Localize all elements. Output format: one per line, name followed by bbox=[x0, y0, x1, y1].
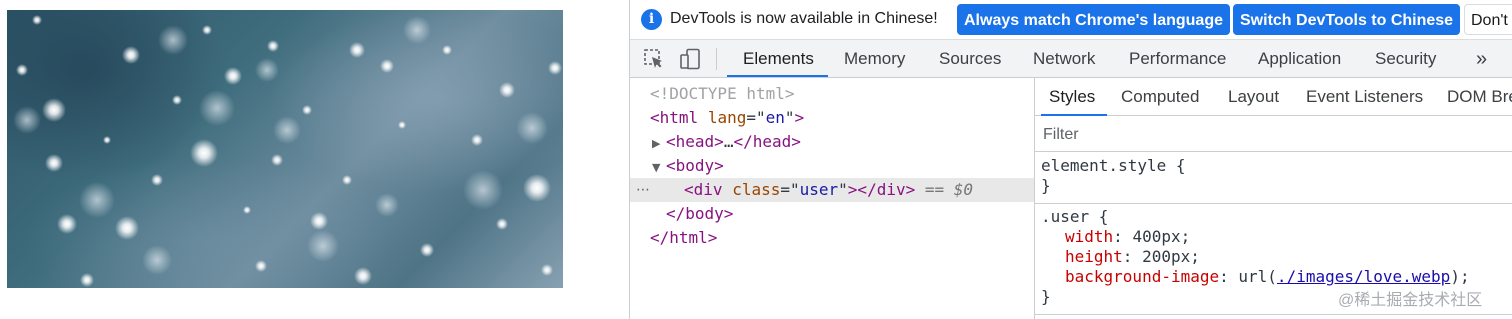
background-image-url-link[interactable]: ./images/love.webp bbox=[1277, 267, 1450, 286]
tab-layout[interactable]: Layout bbox=[1228, 78, 1279, 116]
background-image-property-name[interactable]: background-image bbox=[1065, 267, 1219, 286]
user-rule-selector[interactable]: .user { bbox=[1041, 207, 1108, 226]
dom-html-line[interactable]: <html lang="en"> bbox=[630, 106, 1054, 130]
class-attr-value: user bbox=[799, 180, 839, 199]
devtools-panel: i DevTools is now available in Chinese! … bbox=[629, 0, 1512, 319]
row-actions-dots-icon[interactable]: ⋯ bbox=[636, 178, 650, 202]
tab-event-listeners[interactable]: Event Listeners bbox=[1306, 78, 1423, 116]
sidebar-tab-bar: Styles Computed Layout Event Listeners D… bbox=[1035, 78, 1512, 116]
head-tag-name: head bbox=[675, 132, 715, 151]
infobar-message: DevTools is now available in Chinese! bbox=[670, 10, 938, 27]
dom-doctype-line[interactable]: <!DOCTYPE html> bbox=[630, 82, 1054, 106]
styles-filter-row bbox=[1035, 116, 1512, 152]
lang-attr-value: en bbox=[765, 108, 785, 127]
rule-divider bbox=[1035, 314, 1512, 315]
tab-security[interactable]: Security bbox=[1375, 40, 1436, 77]
user-div-background-image bbox=[7, 10, 563, 288]
html-close-tag-name: html bbox=[669, 228, 708, 247]
element-style-rule: element.style { } bbox=[1035, 156, 1512, 196]
dom-html-close-line[interactable]: </html> bbox=[630, 226, 1054, 250]
head-close-tag-name: head bbox=[752, 132, 792, 151]
switch-to-chinese-button[interactable]: Switch DevTools to Chinese bbox=[1233, 4, 1461, 35]
more-tabs-chevron-icon[interactable]: » bbox=[1476, 40, 1487, 77]
page-viewport bbox=[0, 0, 629, 319]
dom-body-close-line[interactable]: </body> bbox=[630, 202, 1070, 226]
html-tag-name: html bbox=[659, 108, 699, 127]
dom-body-line[interactable]: ▼ <body> bbox=[630, 154, 1056, 178]
tab-sources[interactable]: Sources bbox=[939, 40, 1001, 77]
lang-attr-name: lang bbox=[707, 108, 747, 127]
active-tab-indicator bbox=[727, 75, 828, 77]
width-property-name[interactable]: width bbox=[1065, 227, 1113, 246]
tab-elements[interactable]: Elements bbox=[743, 40, 814, 77]
body-tag-name: body bbox=[675, 156, 715, 175]
always-match-language-button[interactable]: Always match Chrome's language bbox=[957, 4, 1230, 35]
info-icon: i bbox=[641, 9, 662, 30]
div-tag-name: div bbox=[693, 180, 723, 199]
rule-divider bbox=[1035, 203, 1512, 204]
class-attr-name: class bbox=[732, 180, 781, 199]
language-infobar: i DevTools is now available in Chinese! … bbox=[630, 0, 1512, 40]
devtools-tab-bar: Elements Memory Sources Network Performa… bbox=[630, 40, 1512, 78]
dom-tree: <!DOCTYPE html> <html lang="en"> ▶ <head>… bbox=[630, 78, 1088, 319]
bokeh-particles bbox=[13, 15, 562, 287]
styles-sidebar: Styles Computed Layout Event Listeners D… bbox=[1034, 78, 1512, 319]
dom-div-user-line[interactable]: ⋯ <div class="user"></div> == $0 bbox=[630, 178, 1088, 202]
user-rule-close: } bbox=[1041, 287, 1051, 306]
tab-application[interactable]: Application bbox=[1258, 40, 1341, 77]
doctype-text: <!DOCTYPE html> bbox=[650, 84, 795, 103]
div-close-tag-name: div bbox=[876, 180, 906, 199]
selected-node-marker: == $0 bbox=[924, 180, 974, 199]
toolbar-separator bbox=[716, 48, 717, 70]
height-property-name[interactable]: height bbox=[1065, 247, 1123, 266]
tab-computed[interactable]: Computed bbox=[1121, 78, 1199, 116]
inspect-element-icon[interactable] bbox=[643, 48, 665, 70]
device-toolbar-icon[interactable] bbox=[679, 48, 701, 70]
body-close-tag-name: body bbox=[685, 204, 724, 223]
tab-memory[interactable]: Memory bbox=[844, 40, 905, 77]
watermark-text: @稀土掘金技术社区 bbox=[1338, 292, 1483, 309]
dom-head-line[interactable]: ▶ <head>…</head> bbox=[630, 130, 1056, 154]
url-function-close: ); bbox=[1450, 267, 1470, 286]
url-function-open: url( bbox=[1238, 267, 1277, 286]
height-property-value[interactable]: 200px; bbox=[1142, 247, 1200, 266]
head-ellipsis[interactable]: … bbox=[724, 132, 734, 151]
styles-filter-input[interactable] bbox=[1041, 120, 1505, 149]
expand-triangle-icon[interactable]: ▶ bbox=[652, 132, 666, 156]
width-property-value[interactable]: 400px; bbox=[1132, 227, 1190, 246]
dont-show-again-button[interactable]: Don't bbox=[1464, 4, 1512, 35]
tab-dom-breakpoints[interactable]: DOM Bre bbox=[1447, 78, 1512, 116]
tab-performance[interactable]: Performance bbox=[1129, 40, 1226, 77]
tab-network[interactable]: Network bbox=[1033, 40, 1095, 77]
element-style-selector[interactable]: element.style { bbox=[1041, 156, 1186, 175]
tab-styles[interactable]: Styles bbox=[1049, 78, 1095, 116]
collapse-triangle-icon[interactable]: ▼ bbox=[652, 156, 666, 180]
element-style-close: } bbox=[1041, 176, 1051, 195]
